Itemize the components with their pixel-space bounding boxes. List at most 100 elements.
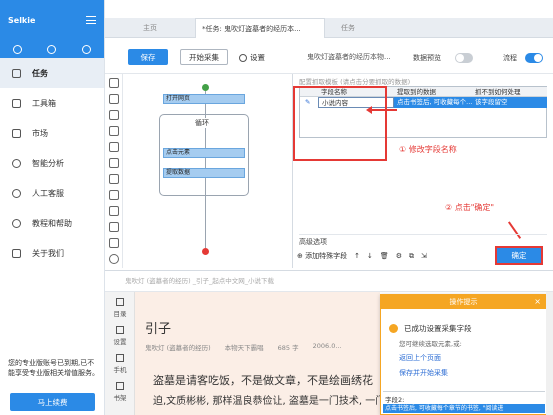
column-fallback: 抓不到如何处理 [472,87,547,97]
field-value[interactable]: 点击书签后, 可收藏每个章节的书签, "阅读进 [383,404,545,413]
page-scrollbar[interactable] [546,292,553,415]
sidebar-item-label: 智能分析 [32,158,64,168]
add-field-button[interactable]: ⊕ 添加特殊字段 [297,251,347,261]
export-icon[interactable]: ⇲ [421,252,427,260]
flow-extract-data[interactable]: 提取数据 [163,168,245,178]
flow-label: 流程 [503,54,517,62]
publish-date: 2006.0... [312,342,342,350]
pointer-icon[interactable] [109,78,119,88]
preview-toggle[interactable] [455,53,473,63]
sidebar-item-market[interactable]: 市场 [0,118,104,148]
cursor-icon[interactable] [109,222,119,232]
list-icon[interactable] [109,142,119,152]
field-preview: 字段2: 点击书签后, 可收藏每个章节的书签, "阅读进 [383,391,545,413]
move-down-icon[interactable]: ↓ [367,252,373,260]
flow-open-page[interactable]: 打开网页 [163,94,245,104]
paragraph-line[interactable]: 迫,文质彬彬, 那样温良恭俭让, 盗墓是一门技术, 一门进 [153,392,395,407]
success-message: 已成功设置采集字段 [389,323,472,334]
save-start-link[interactable]: 保存并开始采集 [399,368,448,378]
tab-home[interactable]: 主页 [143,18,157,38]
flow-loop-label[interactable]: 循环 [193,118,211,128]
chapter-meta: 鬼吹灯 (盗墓者的经历) 本物天下霸唱 685 字 2006.0... [145,342,342,352]
analysis-icon [12,158,21,168]
sidebar-item-toolbox[interactable]: 工具箱 [0,88,104,118]
start-collect-button[interactable]: 开始采集 [180,49,228,65]
column-extracted-data: 提取到的数据 [394,87,472,97]
market-icon [12,128,21,138]
expiry-note: 您的专业版账号已到期,已不能享受专业版相关增值服务。 [8,359,99,377]
field-toolbar: ⊕ 添加特殊字段 ↑ ↓ 🗑 ⚙ ⧉ ⇲ [293,246,498,266]
reader-side-label: 目录 [113,310,127,318]
flow-click-element[interactable]: 点击元素 [163,148,245,158]
branch-icon[interactable] [109,206,119,216]
tab-task[interactable]: 任务 [341,18,355,38]
sidebar-item-label: 关于我们 [32,248,64,258]
annotation-rename: ① 修改字段名称 [399,145,457,154]
sidebar-item-tasks[interactable]: 任务 [0,58,104,88]
flow-toggle[interactable] [525,53,543,63]
sidebar-item-support[interactable]: 人工客服 [0,178,104,208]
fallback-cell[interactable]: 该字段留空 [472,97,547,108]
close-icon[interactable]: × [534,297,541,306]
url-text: 鬼吹灯 (盗墓者的经历) _引子_起点中文网_小说下载 [125,277,274,285]
renew-button[interactable]: 马上续费 [10,393,95,411]
extracted-data-cell[interactable]: 点击书签后, 可收藏每个... [394,97,472,108]
customize-icon[interactable]: ⧉ [409,252,414,261]
toolbox-icon [12,98,21,108]
hand-icon[interactable] [109,94,119,104]
help-icon [12,218,21,228]
toolbar: 保存 开始采集 设置 鬼吹灯盗墓者的经历本物... 数据预览 流程 [105,38,553,74]
sidebar-item-label: 任务 [32,68,48,78]
advanced-options[interactable]: 高级选项 [299,234,547,246]
popup-title-bar: 操作提示 × [381,295,546,309]
chapter-title: 引子 [145,322,172,337]
field-label: 字段2: [385,396,405,404]
reader-settings[interactable]: 设置 [105,326,135,346]
person-icon [12,188,21,198]
ok-button[interactable]: 确定 [495,246,543,265]
reader-mobile[interactable]: 手机 [105,354,135,374]
end-node-icon [202,248,209,255]
add-field-label: 添加特殊字段 [305,252,348,260]
image-icon[interactable] [109,174,119,184]
gear-icon [116,326,124,334]
refresh-icon[interactable] [109,190,119,200]
headset-icon[interactable] [82,44,92,54]
config-panel: 配置抓取模板 (请点击分要抓取的数据) 字段名称 提取到的数据 抓不到如何处理 … [293,74,553,268]
click-icon[interactable] [109,110,119,120]
reader-sidebar: 目录 设置 手机 书架 [105,292,135,415]
operation-tip-popup: 操作提示 × 已成功设置采集字段 您可继续选取元素,或: 返回上个页面 保存并开… [380,294,547,415]
menu-icon[interactable] [86,16,96,24]
brand-name: Selkie [8,15,36,25]
sidebar-item-analysis[interactable]: 智能分析 [0,148,104,178]
reader-side-label: 手机 [113,366,127,374]
settings-button[interactable]: 设置 [239,52,265,63]
add-icon[interactable] [12,44,22,54]
config-header: 配置抓取模板 (请点击分要抓取的数据) [299,78,411,86]
filter-icon[interactable]: ⚙ [396,252,402,260]
sidebar-item-help[interactable]: 教程和帮助 [0,208,104,238]
reader-toc[interactable]: 目录 [105,298,135,318]
save-button[interactable]: 保存 [128,49,168,65]
reader-bookshelf[interactable]: 书架 [105,382,135,402]
sidebar-item-label: 人工客服 [32,188,64,198]
edit-icon[interactable] [109,126,119,136]
start-node-icon [202,84,209,91]
reader-side-label: 设置 [113,338,127,346]
url-bar[interactable]: 鬼吹灯 (盗墓者的经历) _引子_起点中文网_小说下载 [105,270,553,292]
popup-title: 操作提示 [449,298,478,306]
condition-icon[interactable] [109,238,119,248]
move-up-icon[interactable]: ↑ [354,252,360,260]
flow-tools [105,74,123,268]
flow-canvas: 打开网页 循环 点击元素 提取数据 [123,74,293,268]
stop-icon[interactable] [109,254,119,264]
back-link[interactable]: 返回上个页面 [399,353,441,363]
reader-side-label: 书架 [113,394,127,402]
delete-icon[interactable]: 🗑 [380,252,389,260]
tab-current-task[interactable]: *任务: 鬼吹灯盗墓者的经历本... [195,18,325,38]
gear-icon [239,53,247,62]
grid-icon[interactable] [109,158,119,168]
sidebar-item-about[interactable]: 关于我们 [0,238,104,268]
gear-icon[interactable] [47,44,57,54]
paragraph-line[interactable]: 盗墓是请客吃饭，不是做文章，不是绘画绣花 [153,372,373,388]
